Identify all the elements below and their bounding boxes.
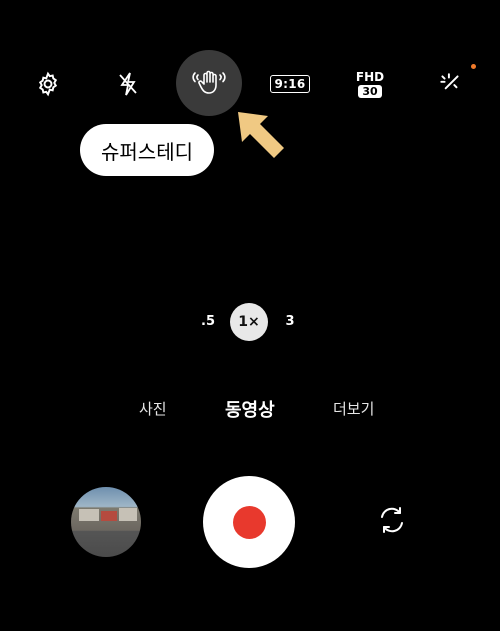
hand-shake-icon xyxy=(192,70,226,94)
flash-off-icon xyxy=(119,72,137,96)
switch-camera-icon xyxy=(381,507,403,533)
fps-label: 30 xyxy=(358,84,382,98)
resolution-label: FHD xyxy=(355,69,385,84)
mode-photo[interactable]: 사진 xyxy=(139,398,167,419)
sparkle-icon xyxy=(440,73,459,90)
zoom-3x-button[interactable]: 3 xyxy=(280,314,300,329)
super-steady-tooltip: 슈퍼스테디 xyxy=(80,124,214,176)
super-steady-button[interactable] xyxy=(176,50,242,116)
settings-button[interactable] xyxy=(28,64,68,104)
aspect-ratio-button[interactable]: 9:16 xyxy=(270,64,310,104)
gallery-thumbnail[interactable] xyxy=(71,487,141,557)
aspect-ratio-label: 9:16 xyxy=(270,75,310,93)
mode-more[interactable]: 더보기 xyxy=(333,398,374,419)
mode-video[interactable]: 동영상 xyxy=(225,396,275,422)
arrow-icon xyxy=(238,112,284,158)
notification-dot xyxy=(471,64,476,69)
flash-button[interactable] xyxy=(108,64,148,104)
zoom-1x-button[interactable]: 1× xyxy=(230,303,268,341)
gear-icon xyxy=(38,71,58,97)
record-icon xyxy=(232,505,266,539)
zoom-0-5-button[interactable]: .5 xyxy=(196,314,220,329)
effects-button[interactable] xyxy=(430,64,470,104)
switch-camera-button[interactable] xyxy=(374,502,410,538)
video-quality-button[interactable]: FHD 30 xyxy=(350,64,390,104)
tooltip-text: 슈퍼스테디 xyxy=(101,139,193,164)
record-button[interactable] xyxy=(203,476,295,568)
